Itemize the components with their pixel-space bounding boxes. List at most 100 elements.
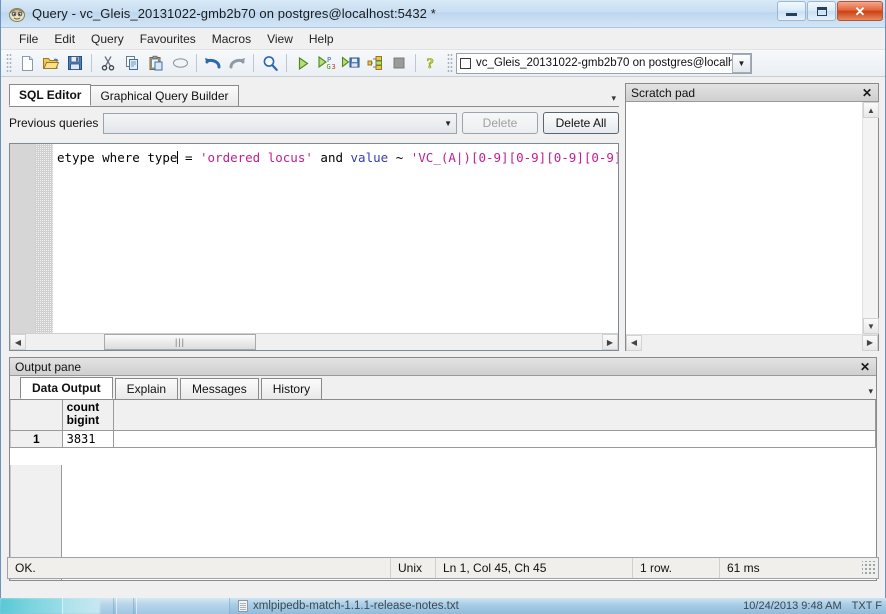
sql-fragment-prefix: etype where <box>57 150 148 165</box>
new-file-icon[interactable] <box>15 52 39 75</box>
close-button[interactable]: ✕ <box>837 1 883 21</box>
sql-hscroll-thumb[interactable]: ||| <box>104 334 256 350</box>
scratch-pad-title: Scratch pad <box>631 85 696 100</box>
sql-fragment-string1: 'ordered locus' <box>200 150 313 165</box>
taskbar-segment-2[interactable] <box>116 598 134 614</box>
scratch-pad-vscrollbar[interactable]: ▲ ▼ <box>862 102 879 334</box>
sql-editor-panel: SQL Editor Graphical Query Builder ▾ Pre… <box>9 84 619 351</box>
menu-favourites[interactable]: Favourites <box>132 30 204 48</box>
tab-sql-editor-label: SQL Editor <box>19 88 82 102</box>
menu-help[interactable]: Help <box>301 30 342 48</box>
stop-icon[interactable] <box>387 52 411 75</box>
taskbar-segment-1[interactable] <box>62 598 114 614</box>
column-header-filler <box>113 400 876 431</box>
toolbar-separator-2 <box>196 54 197 72</box>
sql-editor-hscrollbar[interactable]: ◀ ||| ▶ <box>10 333 618 350</box>
tab-messages[interactable]: Messages <box>180 378 259 399</box>
toolbar-separator-5 <box>415 54 416 72</box>
text-document-icon <box>238 600 248 612</box>
help-icon[interactable]: ? <box>420 52 444 75</box>
menu-macros[interactable]: Macros <box>204 30 259 48</box>
sql-editor-text[interactable]: etype where type = 'ordered locus' and v… <box>53 144 618 333</box>
scroll-right-arrow-icon[interactable]: ▶ <box>602 334 618 350</box>
scratch-pad-body: ▲ ▼ <box>626 102 879 334</box>
sql-editor-gutter <box>10 144 35 333</box>
previous-queries-combo[interactable]: ▼ <box>103 112 457 134</box>
chevron-down-icon[interactable]: ▼ <box>732 53 751 73</box>
scratch-vscroll-track[interactable] <box>863 118 878 318</box>
sql-fragment-value: value <box>350 150 389 165</box>
scratch-pad-textarea[interactable] <box>626 102 862 334</box>
tab-history[interactable]: History <box>260 378 323 399</box>
explain-query-icon[interactable]: P G 3 <box>315 52 339 75</box>
minimize-button[interactable] <box>777 1 806 21</box>
find-icon[interactable] <box>258 52 282 75</box>
tab-explain[interactable]: Explain <box>114 378 179 399</box>
menu-view[interactable]: View <box>259 30 301 48</box>
clock-text: 10/24/2013 9:48 AM <box>743 600 842 612</box>
delete-button[interactable]: Delete <box>462 112 538 134</box>
connection-toolbar-area: vc_Gleis_20131022-gmb2b70 on postgres@lo… <box>456 52 885 74</box>
minimize-icon <box>786 12 797 16</box>
tab-graphical-query-builder-label: Graphical Query Builder <box>100 89 229 103</box>
delete-all-button[interactable]: Delete All <box>543 112 619 134</box>
taskbar-clock-area[interactable]: 10/24/2013 9:48 AM TXT F <box>743 598 882 614</box>
toolbar-separator-1 <box>91 54 92 72</box>
execute-query-icon[interactable] <box>291 52 315 75</box>
maximize-button[interactable] <box>807 1 836 21</box>
sql-hscroll-track[interactable]: ||| <box>26 334 602 350</box>
scroll-down-arrow-icon[interactable]: ▼ <box>863 318 879 334</box>
tab-data-output[interactable]: Data Output <box>20 377 113 399</box>
scratch-pad-hscrollbar[interactable]: ◀ ▶ <box>626 334 878 351</box>
open-file-icon[interactable] <box>39 52 63 75</box>
window-controls: ✕ <box>776 1 883 21</box>
connection-combo[interactable]: vc_Gleis_20131022-gmb2b70 on postgres@lo… <box>456 52 752 74</box>
explain-analyze-icon[interactable] <box>363 52 387 75</box>
close-icon[interactable]: ✕ <box>858 85 876 101</box>
status-cursor-position: Ln 1, Col 45, Ch 45 <box>443 561 547 575</box>
row-number[interactable]: 1 <box>10 430 63 448</box>
title-bar: Query - vc_Gleis_20131022-gmb2b70 on pos… <box>1 0 885 28</box>
output-pane-title: Output pane <box>15 359 82 374</box>
save-icon[interactable] <box>63 52 87 75</box>
scroll-right-arrow-icon[interactable]: ▶ <box>862 334 878 351</box>
scroll-left-arrow-icon[interactable]: ◀ <box>10 334 26 350</box>
eraser-icon[interactable] <box>168 52 192 75</box>
toolbar-grip-2[interactable] <box>447 53 453 73</box>
status-message: OK. <box>15 561 36 575</box>
taskbar-segment-3[interactable] <box>136 598 230 614</box>
scroll-left-arrow-icon[interactable]: ◀ <box>626 334 642 351</box>
connection-label: vc_Gleis_20131022-gmb2b70 on postgres@lo… <box>476 57 732 69</box>
scroll-up-arrow-icon[interactable]: ▲ <box>863 102 879 118</box>
close-icon[interactable]: ✕ <box>856 359 874 375</box>
toolbar-separator-4 <box>286 54 287 72</box>
cut-icon[interactable] <box>96 52 120 75</box>
menu-edit[interactable]: Edit <box>46 30 83 48</box>
execute-to-file-icon[interactable] <box>339 52 363 75</box>
toolbar-grip[interactable] <box>6 53 12 73</box>
taskbar-item-release-notes[interactable]: xmlpipedb-match-1.1.1-release-notes.txt <box>232 598 465 614</box>
data-output-grid[interactable]: count bigint 1 3831 <box>10 400 876 580</box>
grid-corner-cell[interactable] <box>10 400 63 431</box>
tab-sql-editor[interactable]: SQL Editor <box>9 84 92 106</box>
close-icon: ✕ <box>854 3 866 19</box>
table-row[interactable]: 1 3831 <box>10 430 876 448</box>
cell-count[interactable]: 3831 <box>62 430 115 448</box>
menu-file[interactable]: File <box>11 30 46 48</box>
copy-icon[interactable] <box>120 52 144 75</box>
sql-editor[interactable]: etype where type = 'ordered locus' and v… <box>9 143 619 351</box>
menu-query[interactable]: Query <box>83 30 132 48</box>
paste-icon[interactable] <box>144 52 168 75</box>
scratch-hscroll-track[interactable] <box>642 334 862 351</box>
connection-checkbox[interactable] <box>460 57 471 69</box>
column-header-count[interactable]: count bigint <box>62 400 115 431</box>
output-tab-overflow-chevron-icon[interactable]: ▾ <box>868 387 873 396</box>
redo-icon[interactable] <box>225 52 249 75</box>
undo-icon[interactable] <box>201 52 225 75</box>
pgadmin-query-window: Query - vc_Gleis_20131022-gmb2b70 on pos… <box>0 0 886 600</box>
menu-bar: File Edit Query Favourites Macros View H… <box>1 28 885 50</box>
taskbar-item-label: xmlpipedb-match-1.1.1-release-notes.txt <box>253 600 459 612</box>
tab-overflow-chevron-icon[interactable]: ▾ <box>611 94 616 103</box>
resize-grip[interactable] <box>862 561 876 575</box>
tab-graphical-query-builder[interactable]: Graphical Query Builder <box>90 85 239 106</box>
